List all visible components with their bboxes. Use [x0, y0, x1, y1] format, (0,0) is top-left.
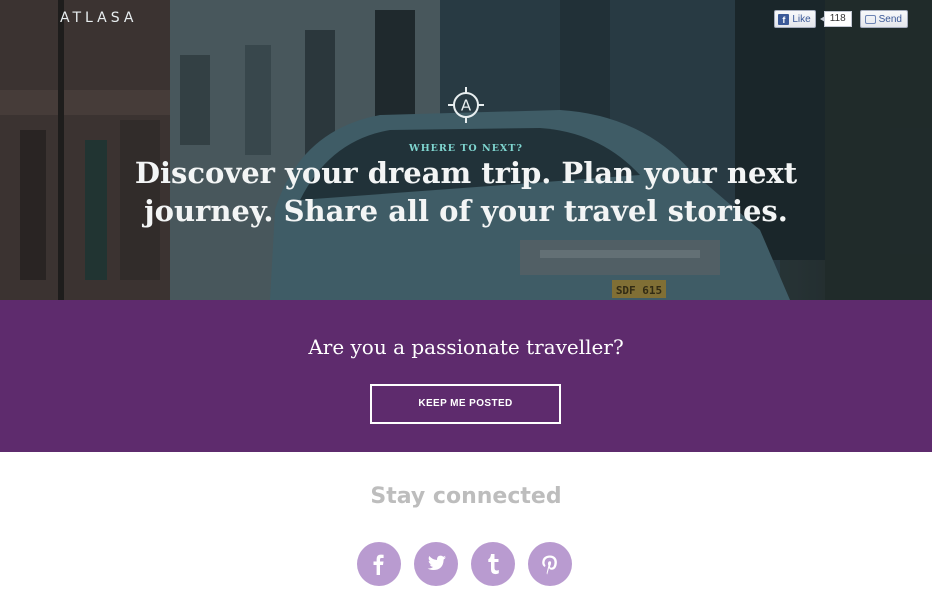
- hero-section: SDF 615 ATLASA f Like 118 Send A WHERE T…: [0, 0, 932, 300]
- facebook-send-button[interactable]: Send: [859, 10, 908, 28]
- speech-bubble-icon: [864, 14, 876, 24]
- stay-connected-heading: Stay connected: [370, 484, 562, 509]
- pinterest-icon[interactable]: [528, 542, 572, 586]
- like-label: Like: [792, 13, 811, 25]
- twitter-icon[interactable]: [414, 542, 458, 586]
- facebook-icon[interactable]: [357, 542, 401, 586]
- cta-section: Are you a passionate traveller? KEEP ME …: [0, 300, 932, 452]
- compass-letter: A: [461, 97, 472, 115]
- social-links: [357, 542, 572, 586]
- facebook-like-button[interactable]: f Like: [774, 10, 816, 28]
- facebook-widget: f Like 118 Send: [774, 10, 908, 28]
- tumblr-icon[interactable]: [471, 542, 515, 586]
- hero-headline: Discover your dream trip. Plan your next…: [134, 156, 798, 228]
- hero-eyebrow: WHERE TO NEXT?: [409, 143, 523, 154]
- brand-logo[interactable]: ATLASA: [60, 10, 137, 26]
- like-count: 118: [819, 11, 852, 27]
- send-label: Send: [878, 13, 902, 25]
- compass-logo-icon: A: [448, 87, 484, 123]
- facebook-icon: f: [778, 13, 790, 25]
- cta-question: Are you a passionate traveller?: [308, 335, 624, 359]
- keep-me-posted-button[interactable]: KEEP ME POSTED: [370, 384, 561, 424]
